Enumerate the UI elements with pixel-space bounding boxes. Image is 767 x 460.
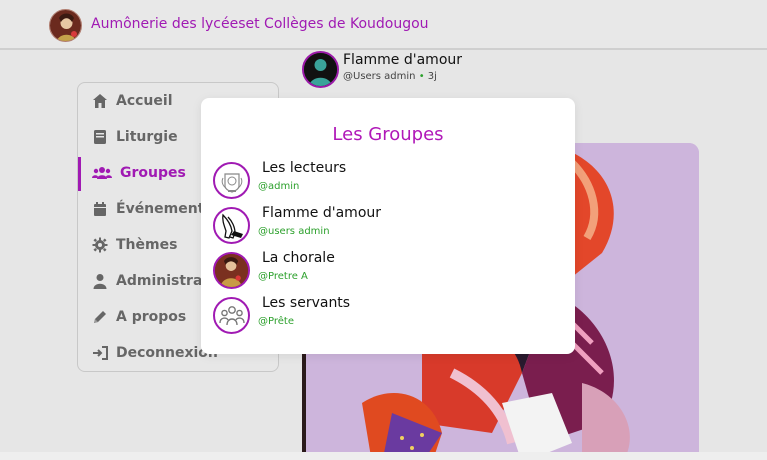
sidebar-item-label: Accueil bbox=[116, 93, 173, 109]
group-name[interactable]: Les servants bbox=[262, 295, 350, 311]
saint-portrait-icon[interactable] bbox=[213, 252, 250, 289]
praying-hands-icon[interactable] bbox=[213, 207, 250, 244]
modal-title: Les Groupes bbox=[332, 124, 444, 145]
group-item-chorale[interactable]: La chorale @Pretre A bbox=[213, 250, 553, 292]
logout-icon bbox=[92, 345, 108, 361]
post-author-avatar[interactable] bbox=[302, 51, 339, 88]
emblem-icon[interactable] bbox=[213, 162, 250, 199]
group-handle: @Pretre A bbox=[258, 271, 308, 282]
group-item-servants[interactable]: Les servants @Prête bbox=[213, 295, 553, 337]
group-handle: @Prête bbox=[258, 316, 294, 327]
users-icon bbox=[92, 165, 112, 181]
group-name[interactable]: Les lecteurs bbox=[262, 160, 346, 176]
group-handle: @users admin bbox=[258, 226, 330, 237]
groups-modal: Les Groupes Les lecteurs @admin Flamme d… bbox=[201, 98, 575, 354]
post-author-name[interactable]: Flamme d'amour bbox=[343, 52, 462, 68]
post-meta: @Users admin • 3j bbox=[343, 71, 437, 82]
app-title[interactable]: Aumônerie des lycéeset Collèges de Koudo… bbox=[91, 16, 429, 32]
group-item-flamme[interactable]: Flamme d'amour @users admin bbox=[213, 205, 553, 247]
sidebar-item-label: Événements bbox=[116, 201, 213, 217]
group-name[interactable]: La chorale bbox=[262, 250, 335, 266]
group-handle: @admin bbox=[258, 181, 300, 192]
group-name[interactable]: Flamme d'amour bbox=[262, 205, 381, 221]
group-icon[interactable] bbox=[213, 297, 250, 334]
book-icon bbox=[92, 129, 108, 145]
home-icon bbox=[92, 93, 108, 109]
sidebar-item-label: Thèmes bbox=[116, 237, 178, 253]
top-bar: Aumônerie des lycéeset Collèges de Koudo… bbox=[0, 0, 767, 50]
group-item-lecteurs[interactable]: Les lecteurs @admin bbox=[213, 160, 553, 202]
calendar-icon bbox=[92, 201, 108, 217]
sidebar-item-label: A propos bbox=[116, 309, 187, 325]
sidebar-item-label: Groupes bbox=[120, 165, 186, 181]
user-icon bbox=[92, 273, 108, 289]
post-time: 3j bbox=[427, 71, 437, 82]
bottom-strip bbox=[0, 452, 767, 460]
post-meta-separator: • bbox=[418, 71, 425, 82]
gear-icon bbox=[92, 237, 108, 253]
pencil-icon bbox=[92, 309, 108, 325]
sidebar-item-label: Liturgie bbox=[116, 129, 178, 145]
post-author-handle: @Users admin bbox=[343, 71, 416, 82]
saint-portrait-logo[interactable] bbox=[49, 9, 82, 42]
